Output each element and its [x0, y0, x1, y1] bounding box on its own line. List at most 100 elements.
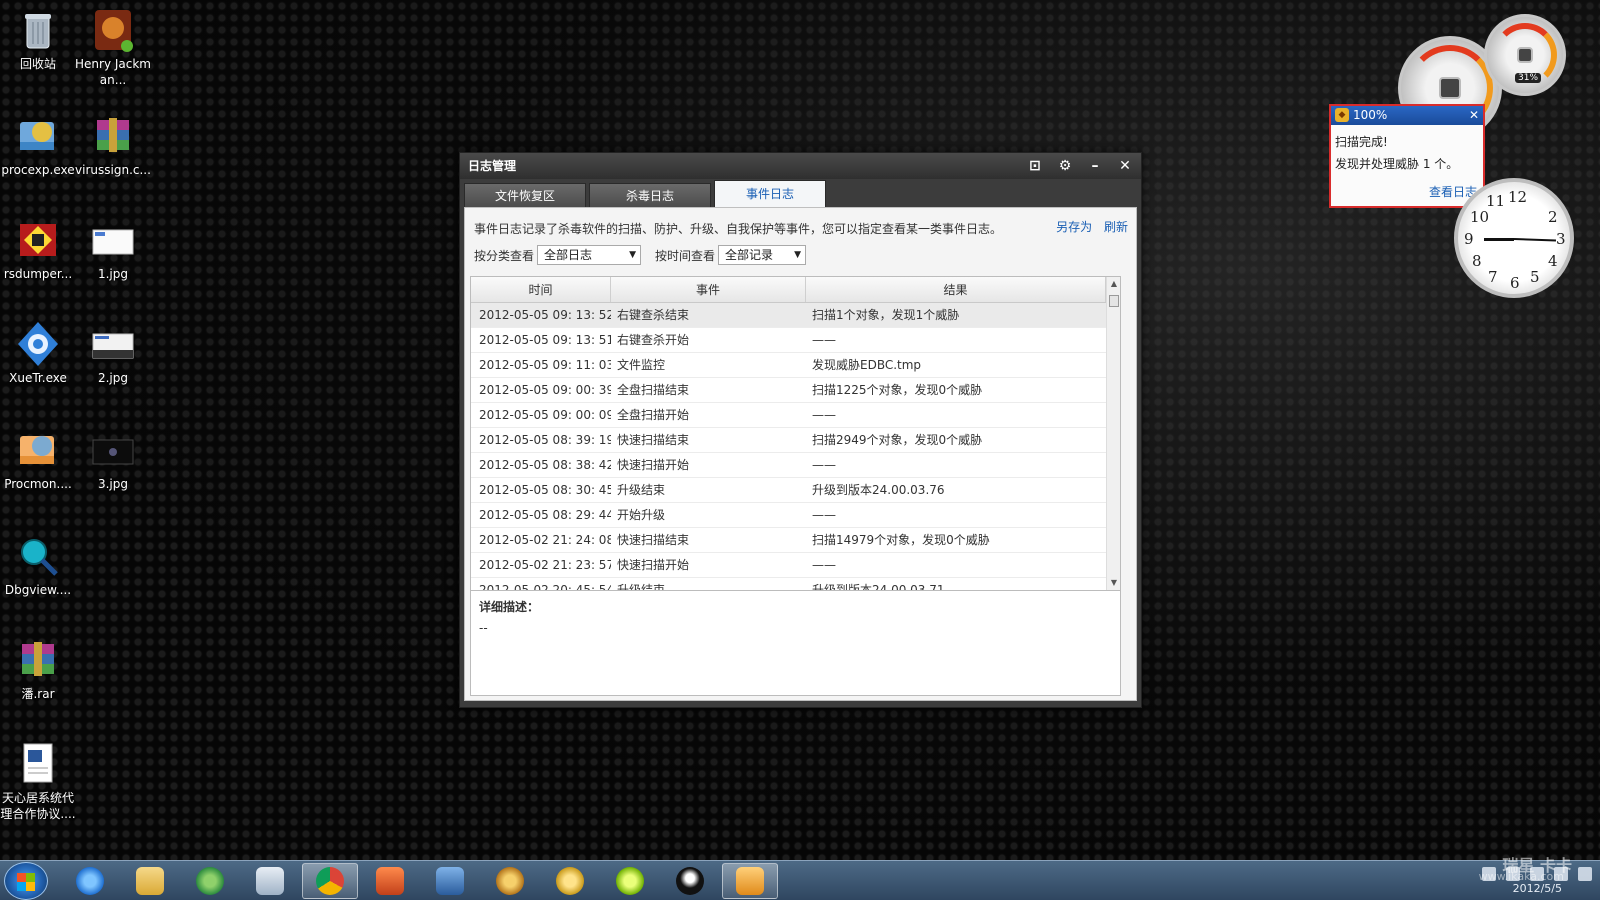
process-monitor-icon	[14, 426, 62, 474]
time-filter-select[interactable]: 全部记录 ▼	[718, 245, 807, 265]
media-file-icon	[89, 6, 137, 54]
popup-line-threats: 发现并处理威胁 1 个。	[1335, 157, 1459, 171]
clock-number: 10	[1470, 208, 1490, 226]
desktop-icon-procexp[interactable]: procexp.exe	[0, 112, 76, 178]
table-row[interactable]: 2012-05-05 09: 11: 03 文件监控 发现威胁EDBC.tmp	[471, 353, 1120, 378]
archive-icon	[14, 636, 62, 684]
taskbar-ie[interactable]	[62, 863, 118, 899]
cell-event: 文件监控	[617, 358, 666, 372]
taskbar-rising-lion[interactable]	[482, 863, 538, 899]
time-filter-label: 按时间查看	[655, 248, 716, 263]
taskbar-chrome[interactable]	[302, 863, 358, 899]
scroll-up-icon[interactable]: ▲	[1107, 277, 1120, 291]
cell-result: 扫描2949个对象，发现0个威胁	[812, 433, 983, 447]
desktop-icon-label: 潘.rar	[21, 687, 55, 701]
taskbar-calculator[interactable]	[242, 863, 298, 899]
window-title-bar[interactable]: 日志管理 ⊡ ⚙ – ✕	[460, 153, 1141, 179]
table-row[interactable]: 2012-05-05 09: 00: 39 全盘扫描结束 扫描1225个对象，发现0…	[471, 378, 1120, 403]
folder-icon	[136, 867, 164, 895]
desktop-icon-dbgview[interactable]: Dbgview....	[0, 532, 76, 598]
scrollbar-thumb[interactable]	[1109, 295, 1119, 307]
cell-time: 2012-05-02 21: 24: 08	[479, 533, 611, 547]
cell-event: 右键查杀结束	[617, 308, 690, 322]
xuetr-icon	[14, 320, 62, 368]
table-row[interactable]: 2012-05-05 09: 13: 51 右键查杀开始 ——	[471, 328, 1120, 353]
qq-penguin-icon	[676, 867, 704, 895]
shield-icon: ◆	[1335, 108, 1349, 122]
table-row[interactable]: 2012-05-02 20: 45: 54 升级结束 升级到版本24.00.03.7…	[471, 578, 1120, 591]
taskbar-active-app[interactable]	[722, 863, 778, 899]
clock-hour-hand	[1484, 238, 1514, 241]
column-header-time[interactable]: 时间	[471, 277, 611, 302]
taskbar-rising-face[interactable]	[542, 863, 598, 899]
refresh-link[interactable]: 刷新	[1104, 220, 1128, 234]
taskbar-app-orange[interactable]	[362, 863, 418, 899]
app-orange-icon	[376, 867, 404, 895]
volume-icon[interactable]	[1578, 867, 1592, 881]
cell-time: 2012-05-05 09: 13: 51	[479, 333, 611, 347]
taskbar-network[interactable]	[182, 863, 238, 899]
taskbar-explorer[interactable]	[122, 863, 178, 899]
cell-result: 升级到版本24.00.03.71	[812, 583, 945, 591]
vertical-scrollbar[interactable]: ▲ ▼	[1106, 277, 1120, 590]
table-row[interactable]: 2012-05-05 08: 38: 42 快速扫描开始 ——	[471, 453, 1120, 478]
scroll-down-icon[interactable]: ▼	[1107, 576, 1120, 590]
close-icon[interactable]: ✕	[1469, 106, 1479, 125]
tab-antivirus-log[interactable]: 杀毒日志	[589, 183, 711, 207]
taskbar-green-app[interactable]	[602, 863, 658, 899]
cell-event: 右键查杀开始	[617, 333, 690, 347]
taskbar-clock[interactable]: 2012/5/5	[1513, 882, 1562, 896]
scan-complete-popup: ◆ 100% ✕ 扫描完成! 发现并处理威胁 1 个。 查看日志	[1329, 104, 1485, 208]
desktop-icon-rsdumper[interactable]: rsdumper...	[0, 216, 76, 282]
desktop-icon-word-doc[interactable]: 天心居系统代理合作协议....	[0, 740, 76, 822]
taskbar-shield[interactable]	[422, 863, 478, 899]
cell-time: 2012-05-02 20: 45: 54	[479, 583, 611, 591]
detail-pane	[470, 591, 1121, 696]
table-row[interactable]: 2012-05-02 21: 24: 08 快速扫描结束 扫描14979个对象，发现…	[471, 528, 1120, 553]
desktop-icon-label: 天心居系统代理合作协议....	[0, 791, 76, 821]
taskbar-qq[interactable]	[662, 863, 718, 899]
table-row[interactable]: 2012-05-05 09: 00: 09 全盘扫描开始 ——	[471, 403, 1120, 428]
cell-time: 2012-05-05 08: 38: 42	[479, 458, 611, 472]
window-controls: ⊡ ⚙ – ✕	[1027, 153, 1133, 179]
table-row[interactable]: 2012-05-05 08: 30: 45 升级结束 升级到版本24.00.03.7…	[471, 478, 1120, 503]
desktop-icon-label: Henry Jackman...	[75, 57, 151, 87]
tab-file-recovery[interactable]: 文件恢复区	[464, 183, 586, 207]
column-header-result[interactable]: 结果	[806, 277, 1106, 302]
clock-minute-hand	[1513, 238, 1557, 242]
desktop-icon-2jpg[interactable]: 2.jpg	[75, 320, 151, 386]
desktop-icon-xuetr[interactable]: XueTr.exe	[0, 320, 76, 386]
cell-result: 升级到版本24.00.03.76	[812, 483, 945, 497]
popup-body: 扫描完成! 发现并处理威胁 1 个。	[1331, 125, 1483, 181]
desktop-icon-rar[interactable]: 潘.rar	[0, 636, 76, 702]
category-filter-select[interactable]: 全部日志 ▼	[537, 245, 642, 265]
memory-gauge-gadget[interactable]: 31%	[1484, 14, 1566, 96]
dropdown-menu-icon[interactable]: ⊡	[1027, 153, 1043, 179]
desktop-icon-virussign[interactable]: virussign.c...	[75, 112, 151, 178]
table-row[interactable]: 2012-05-05 09: 13: 52 右键查杀结束 扫描1个对象，发现1个威胁	[471, 303, 1120, 328]
table-row[interactable]: 2012-05-05 08: 29: 44 开始升级 ——	[471, 503, 1120, 528]
image-thumbnail-icon	[89, 216, 137, 264]
popup-header: ◆ 100% ✕	[1331, 106, 1483, 125]
event-log-panel: 事件日志记录了杀毒软件的扫描、防护、升级、自我保护等事件，您可以指定查看某一类事…	[464, 207, 1137, 701]
desktop-icon-3jpg[interactable]: 3.jpg	[75, 426, 151, 492]
taskbar	[0, 860, 1600, 900]
desktop-icon-henry-jackman[interactable]: Henry Jackman...	[75, 6, 151, 88]
minimize-icon[interactable]: –	[1087, 153, 1103, 179]
tab-event-log[interactable]: 事件日志	[714, 180, 826, 207]
table-row[interactable]: 2012-05-02 21: 23: 57 快速扫描开始 ——	[471, 553, 1120, 578]
save-as-link[interactable]: 另存为	[1056, 220, 1092, 234]
table-row[interactable]: 2012-05-05 08: 39: 19 快速扫描结束 扫描2949个对象，发现0…	[471, 428, 1120, 453]
settings-gear-icon[interactable]: ⚙	[1057, 153, 1073, 179]
dbgview-icon	[14, 532, 62, 580]
close-icon[interactable]: ✕	[1117, 153, 1133, 179]
desktop-icon-recycle-bin[interactable]: 回收站	[0, 6, 76, 72]
start-button[interactable]	[4, 862, 48, 900]
category-filter-value: 全部日志	[544, 248, 593, 262]
clock-gadget[interactable]: 12 2 3 4 5 6 7 8 9 10 11	[1454, 178, 1574, 298]
archive-icon	[89, 112, 137, 160]
desktop-icon-1jpg[interactable]: 1.jpg	[75, 216, 151, 282]
cell-result: ——	[812, 408, 836, 422]
desktop-icon-procmon[interactable]: Procmon....	[0, 426, 76, 492]
column-header-event[interactable]: 事件	[611, 277, 806, 302]
